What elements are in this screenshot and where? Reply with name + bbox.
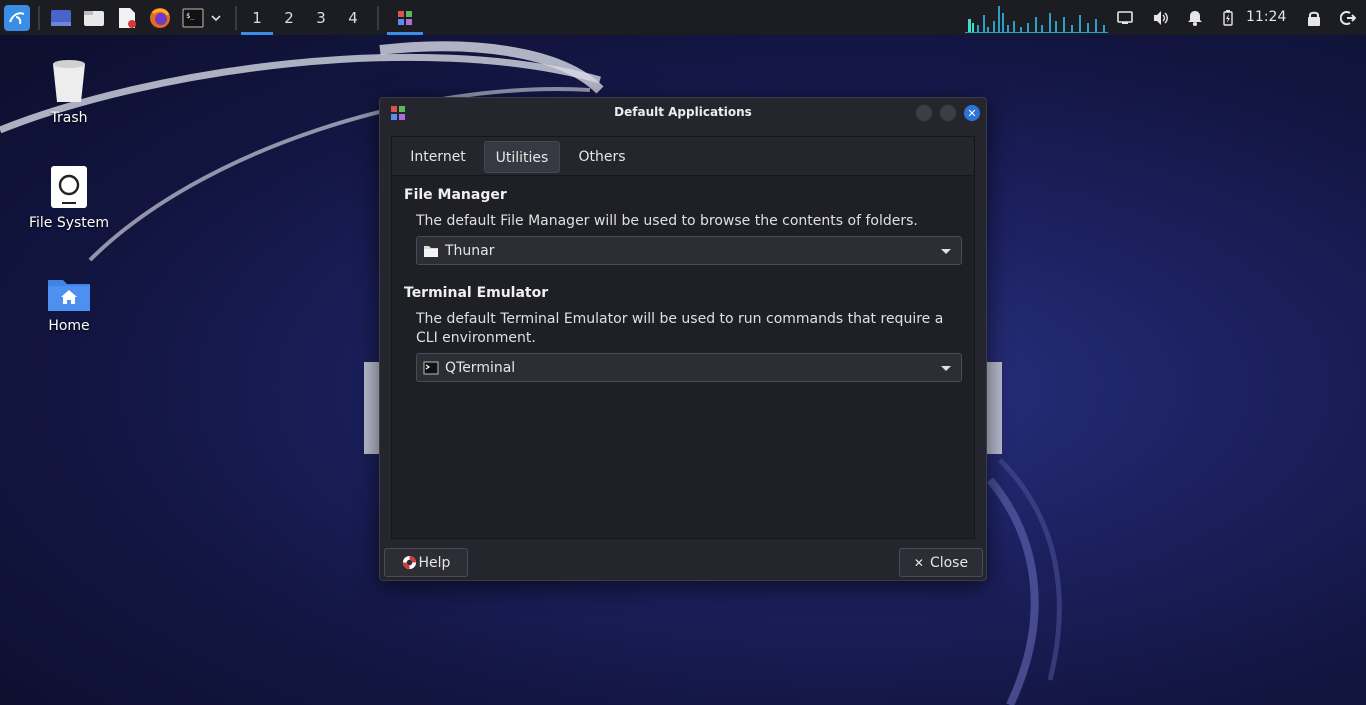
workspace-4[interactable]: 4 xyxy=(337,0,369,35)
lifebuoy-icon xyxy=(402,555,416,570)
folder-icon xyxy=(424,245,438,257)
firefox-icon xyxy=(149,7,170,28)
lock-icon xyxy=(1308,11,1320,26)
help-button[interactable]: Help xyxy=(384,548,468,577)
lock-screen-button[interactable] xyxy=(1304,0,1324,35)
tab-panel: Internet Utilities Others File Manager T… xyxy=(391,136,975,539)
terminal-emulator-select[interactable]: QTerminal xyxy=(416,353,962,382)
close-icon: ✕ xyxy=(967,106,977,120)
svg-text:$_: $_ xyxy=(186,12,195,20)
launcher-dropdown-button[interactable] xyxy=(209,0,223,35)
kali-menu-icon xyxy=(4,4,30,31)
applications-menu-button[interactable] xyxy=(0,0,34,35)
close-button[interactable]: ✕ Close xyxy=(899,548,983,577)
desktop-trash[interactable]: Trash xyxy=(9,58,129,126)
battery-icon xyxy=(1223,9,1233,26)
tab-internet[interactable]: Internet xyxy=(400,141,476,173)
default-applications-dialog: Default Applications ✕ Internet Utilitie… xyxy=(379,97,987,581)
show-desktop-button[interactable] xyxy=(44,0,77,35)
file-manager-description: The default File Manager will be used to… xyxy=(416,213,918,229)
help-label: Help xyxy=(418,554,451,571)
dialog-titlebar[interactable]: Default Applications ✕ xyxy=(380,98,986,128)
close-label: Close xyxy=(929,554,969,571)
desktop-file-system[interactable]: File System xyxy=(9,165,129,231)
chevron-down-icon xyxy=(211,14,221,21)
dropdown-arrow-icon xyxy=(941,249,951,254)
close-icon: ✕ xyxy=(913,555,924,570)
logout-icon xyxy=(1340,10,1356,25)
desktop-home[interactable]: Home xyxy=(9,276,129,334)
terminal-icon xyxy=(423,361,439,374)
bell-icon xyxy=(1188,10,1202,26)
file-manager-value: Thunar xyxy=(445,242,495,259)
dialog-title: Default Applications xyxy=(614,105,752,119)
cpu-graph[interactable] xyxy=(965,3,1108,33)
close-window-button[interactable]: ✕ xyxy=(963,104,981,122)
tab-bar: Internet Utilities Others xyxy=(392,137,974,176)
battery-button[interactable] xyxy=(1220,0,1236,35)
clock[interactable]: 11:24 xyxy=(1246,0,1286,35)
volume-icon xyxy=(1154,10,1168,25)
terminal-emulator-value: QTerminal xyxy=(445,359,516,376)
home-folder-icon xyxy=(48,280,90,311)
panel-separator xyxy=(38,5,40,30)
text-editor-launcher[interactable] xyxy=(110,0,143,35)
notifications-button[interactable] xyxy=(1185,0,1205,35)
panel-separator xyxy=(377,5,379,30)
network-button[interactable] xyxy=(1114,0,1136,35)
file-manager-launcher[interactable] xyxy=(77,0,110,35)
show-desktop-icon xyxy=(50,9,71,26)
desktop-icon-label: Home xyxy=(48,318,90,334)
volume-button[interactable] xyxy=(1150,0,1172,35)
network-icon xyxy=(1117,10,1133,24)
file-manager-icon xyxy=(83,10,104,26)
workspace-3[interactable]: 3 xyxy=(305,0,337,35)
default-applications-icon xyxy=(398,10,412,25)
terminal-emulator-heading: Terminal Emulator xyxy=(404,285,549,301)
workspace-1[interactable]: 1 xyxy=(241,0,273,35)
desktop-icon-label: File System xyxy=(28,215,110,231)
workspace-2[interactable]: 2 xyxy=(273,0,305,35)
desktop-icon-label: Trash xyxy=(50,110,88,126)
text-editor-icon xyxy=(118,7,136,28)
dropdown-arrow-icon xyxy=(941,366,951,371)
terminal-icon: $_ xyxy=(182,8,203,27)
maximize-button[interactable] xyxy=(939,104,957,122)
panel-separator xyxy=(235,5,237,30)
minimize-button[interactable] xyxy=(915,104,933,122)
drive-icon xyxy=(51,166,87,208)
tab-others[interactable]: Others xyxy=(568,141,636,173)
terminal-emulator-description: The default Terminal Emulator will be us… xyxy=(416,311,944,346)
taskbar-default-applications[interactable] xyxy=(387,0,423,35)
file-manager-select[interactable]: Thunar xyxy=(416,236,962,265)
terminal-launcher[interactable]: $_ xyxy=(176,0,209,35)
logout-button[interactable] xyxy=(1337,0,1359,35)
file-manager-heading: File Manager xyxy=(404,187,507,203)
tab-utilities[interactable]: Utilities xyxy=(484,141,560,173)
trash-icon xyxy=(53,60,85,102)
firefox-launcher[interactable] xyxy=(143,0,176,35)
